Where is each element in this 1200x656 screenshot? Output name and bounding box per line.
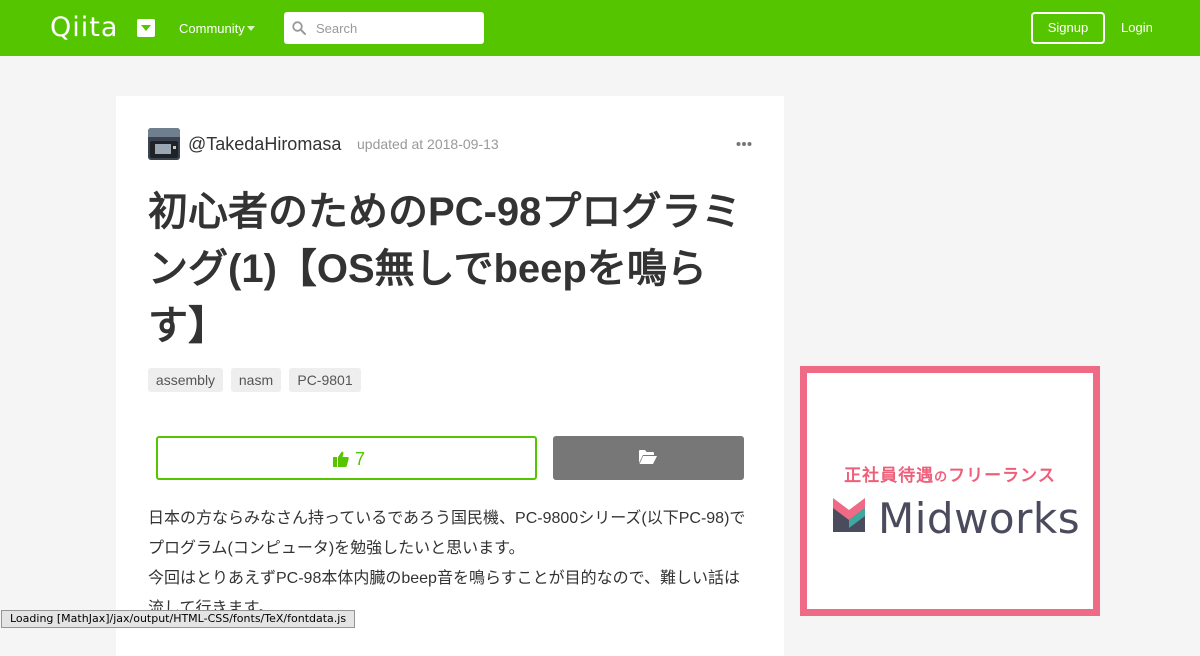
top-navigation-bar: Qiita Community Signup Login bbox=[0, 0, 1200, 56]
ad-tagline: 正社員待遇のフリーランス bbox=[807, 461, 1093, 486]
updated-date: updated at 2018-09-13 bbox=[357, 136, 499, 152]
signup-button[interactable]: Signup bbox=[1031, 12, 1105, 44]
body-line: 日本の方ならみなさん持っているであろう国民機、PC-9800シリーズ(以下PC-… bbox=[148, 510, 746, 527]
like-button[interactable]: 7 bbox=[156, 436, 537, 480]
login-link[interactable]: Login bbox=[1121, 19, 1153, 37]
folder-open-icon bbox=[639, 450, 657, 464]
caret-down-icon bbox=[141, 25, 151, 31]
tag-pc-9801[interactable]: PC-9801 bbox=[289, 368, 361, 392]
search-box[interactable] bbox=[284, 12, 484, 44]
qiita-logo[interactable]: Qiita bbox=[50, 10, 118, 46]
body-line: プログラム(コンピュータ)を勉強したいと思います。 bbox=[148, 540, 525, 557]
avatar-image-icon bbox=[148, 128, 180, 160]
article-card: @TakedaHiromasa updated at 2018-09-13 初心… bbox=[116, 96, 784, 656]
article-body: 日本の方ならみなさん持っているであろう国民機、PC-9800シリーズ(以下PC-… bbox=[148, 504, 758, 624]
article-title: 初心者のためのPC-98プログラミング(1)【OS無しでbeepを鳴らす】 bbox=[148, 190, 742, 348]
more-options-icon[interactable] bbox=[736, 141, 752, 147]
thumbs-up-icon bbox=[333, 451, 349, 467]
ad-tagline-part: フリーランス bbox=[948, 466, 1056, 485]
body-line: 今回はとりあえずPC-98本体内臓のbeep音を鳴らすことが目的なので、難しい話… bbox=[148, 570, 740, 587]
ad-tagline-particle: の bbox=[934, 469, 949, 484]
tag-nasm[interactable]: nasm bbox=[231, 368, 281, 392]
midworks-advertisement[interactable]: 正社員待遇のフリーランス Midworks bbox=[800, 366, 1100, 616]
author-name-link[interactable]: @TakedaHiromasa bbox=[188, 133, 341, 155]
chevron-down-icon[interactable] bbox=[247, 26, 255, 31]
community-menu[interactable]: Community bbox=[179, 20, 245, 38]
stock-button[interactable] bbox=[553, 436, 744, 480]
search-input[interactable] bbox=[314, 12, 479, 44]
midworks-logo-icon bbox=[833, 498, 865, 532]
loading-status-bar: Loading [MathJax]/jax/output/HTML-CSS/fo… bbox=[1, 610, 356, 628]
logo-dropdown-button[interactable] bbox=[137, 19, 155, 37]
ad-tagline-part: 正社員待遇 bbox=[844, 466, 935, 485]
ad-brand-name: Midworks bbox=[878, 494, 1081, 543]
like-count: 7 bbox=[355, 449, 366, 469]
author-avatar[interactable] bbox=[148, 128, 180, 160]
tag-assembly[interactable]: assembly bbox=[148, 368, 223, 392]
search-icon bbox=[292, 21, 306, 35]
